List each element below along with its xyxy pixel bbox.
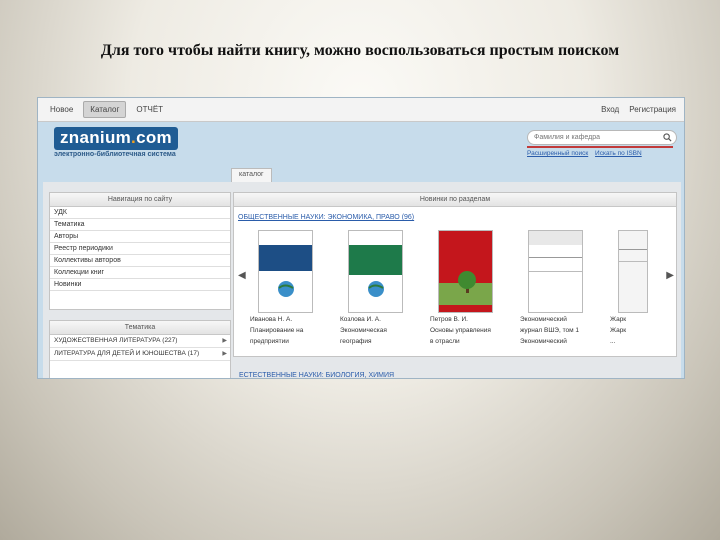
new-books-panel: Новинки по разделам ОБЩЕСТВЕННЫЕ НАУКИ: … <box>233 192 677 357</box>
isbn-search-link[interactable]: Искать по ISBN <box>595 150 642 157</box>
new-books-title: Новинки по разделам <box>234 193 676 207</box>
login-link[interactable]: Вход <box>601 105 619 114</box>
nav-item-new-arrivals[interactable]: Новинки <box>50 279 230 291</box>
navigation-title: Навигация по сайту <box>50 193 230 207</box>
tab-report[interactable]: ОТЧЁТ <box>130 102 169 117</box>
book-cover[interactable] <box>528 230 583 313</box>
catalog-tab[interactable]: каталог <box>231 168 272 182</box>
carousel-prev-icon[interactable]: ◀ <box>238 270 246 281</box>
globe-icon <box>368 281 384 297</box>
carousel-next-icon[interactable]: ▶ <box>666 270 674 281</box>
browser-screenshot: Новое Каталог ОТЧЁТ Вход Регистрация zna… <box>37 97 685 379</box>
chevron-right-icon: ▶ <box>222 351 227 357</box>
book-card[interactable]: Иванова Н. А. Планирование на предприяти… <box>250 230 326 346</box>
catalog-content: Навигация по сайту УДК Тематика Авторы Р… <box>43 182 681 378</box>
nav-item-author-collectives[interactable]: Коллективы авторов <box>50 255 230 267</box>
book-carousel: ◀ ▶ Иванова Н. А. Планирование на предпр… <box>234 226 678 348</box>
register-link[interactable]: Регистрация <box>629 105 676 114</box>
book-card[interactable]: Жарк Жарк ... <box>610 230 650 346</box>
book-card[interactable]: Козлова И. А. Экономическая география <box>340 230 416 346</box>
nav-item-subjects[interactable]: Тематика <box>50 219 230 231</box>
themes-panel: Тематика ХУДОЖЕСТВЕННАЯ ЛИТЕРАТУРА (227)… <box>49 320 231 378</box>
section-link-social-sciences[interactable]: ОБЩЕСТВЕННЫЕ НАУКИ: ЭКОНОМИКА, ПРАВО (96… <box>238 214 414 221</box>
nav-item-book-collections[interactable]: Коллекции книг <box>50 267 230 279</box>
site-brand[interactable]: znanium.com электронно-библиотечная сист… <box>54 127 178 158</box>
globe-icon <box>278 281 294 297</box>
nav-item-authors[interactable]: Авторы <box>50 231 230 243</box>
book-cover[interactable] <box>438 230 493 313</box>
section-link-natural-sciences[interactable]: ЕСТЕСТВЕННЫЕ НАУКИ: БИОЛОГИЯ, ХИМИЯ <box>239 372 394 378</box>
tab-catalog[interactable]: Каталог <box>83 101 127 118</box>
search-links: Расширенный поиск Искать по ISBN <box>527 150 647 157</box>
navigation-panel: Навигация по сайту УДК Тематика Авторы Р… <box>49 192 231 310</box>
site-tagline: электронно-библиотечная система <box>54 151 176 158</box>
search-placeholder: Фамилия и кафедра <box>534 134 601 141</box>
themes-title: Тематика <box>50 321 230 335</box>
book-cover[interactable] <box>348 230 403 313</box>
book-cover[interactable] <box>258 230 313 313</box>
slide-title: Для того чтобы найти книгу, можно воспол… <box>100 42 620 59</box>
theme-item-fiction[interactable]: ХУДОЖЕСТВЕННАЯ ЛИТЕРАТУРА (227) ▶ <box>50 335 230 348</box>
top-navigation-bar: Новое Каталог ОТЧЁТ Вход Регистрация <box>38 98 684 122</box>
nav-item-udc[interactable]: УДК <box>50 207 230 219</box>
book-card[interactable]: Петров В. И. Основы управления в отрасли <box>430 230 506 346</box>
book-card[interactable]: Экономический журнал ВШЭ, том 1 Экономич… <box>520 230 596 346</box>
book-cover[interactable] <box>618 230 648 313</box>
nav-item-periodicals[interactable]: Реестр периодики <box>50 243 230 255</box>
tree-icon <box>458 271 476 293</box>
site-logo[interactable]: znanium.com <box>54 127 178 150</box>
theme-item-children[interactable]: ЛИТЕРАТУРА ДЛЯ ДЕТЕЙ И ЮНОШЕСТВА (17) ▶ <box>50 348 230 361</box>
chevron-right-icon: ▶ <box>222 338 227 344</box>
search-icon[interactable] <box>663 133 672 142</box>
search-underline <box>527 146 673 148</box>
advanced-search-link[interactable]: Расширенный поиск <box>527 150 588 157</box>
search-input[interactable]: Фамилия и кафедра <box>527 130 677 145</box>
tab-new[interactable]: Новое <box>44 102 79 117</box>
